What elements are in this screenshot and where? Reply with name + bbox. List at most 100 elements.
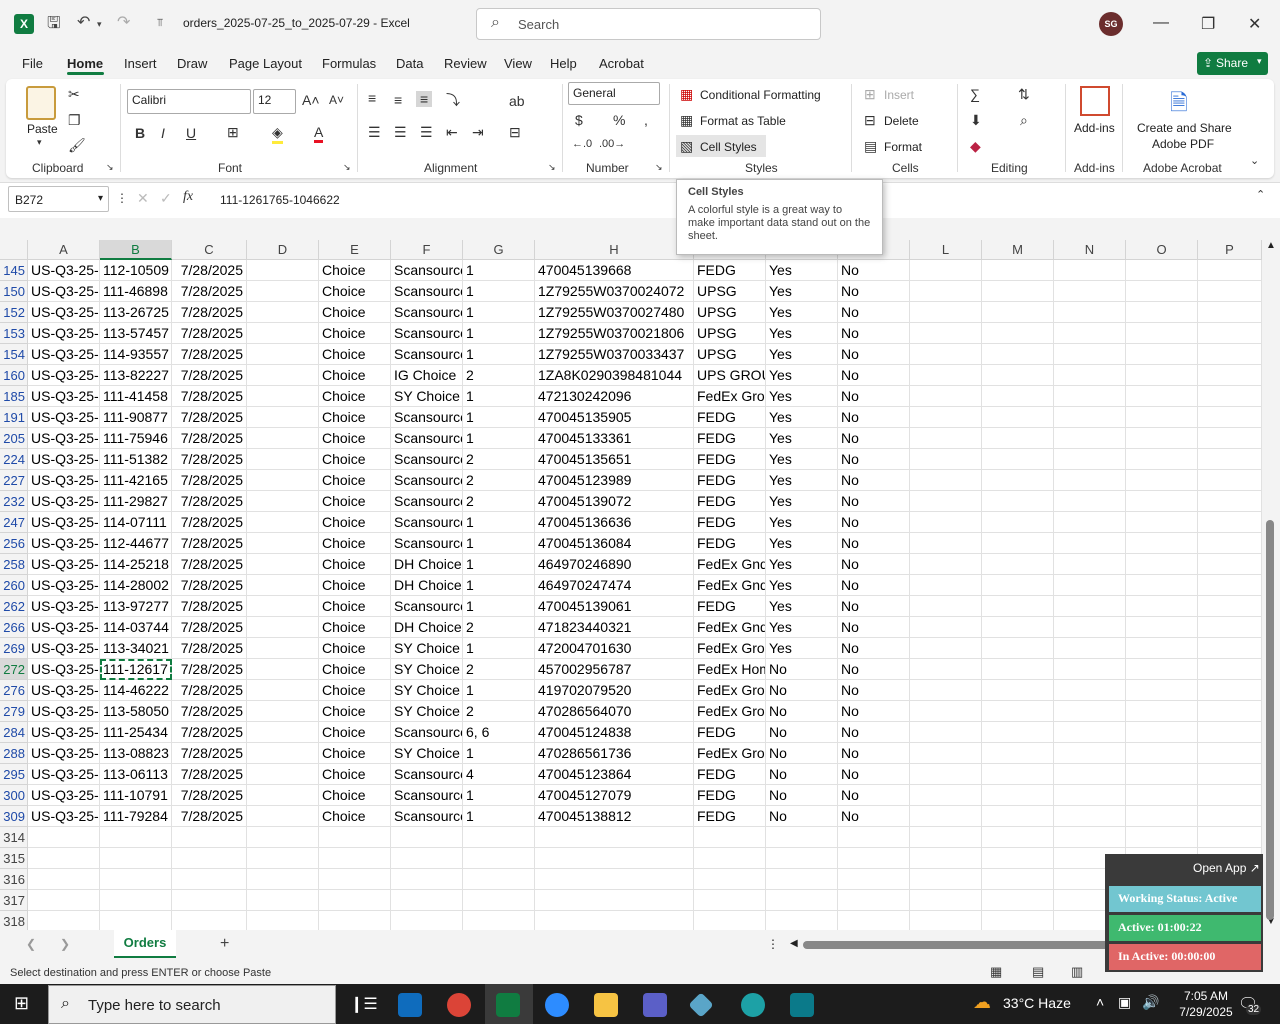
cell-f[interactable]: Scansource	[391, 785, 463, 806]
cell-e[interactable]: Choice	[319, 407, 391, 428]
cell-m[interactable]	[982, 806, 1054, 827]
cell-o[interactable]	[1126, 743, 1198, 764]
cell-m[interactable]	[982, 911, 1054, 930]
cell-f[interactable]: Scansource	[391, 533, 463, 554]
cell-h[interactable]: 470286561736	[535, 743, 694, 764]
cell-b[interactable]: 112-44677	[100, 533, 172, 554]
cell-l[interactable]	[910, 890, 982, 911]
cell-e[interactable]: Choice	[319, 470, 391, 491]
page-break-view-icon[interactable]: ▥	[1071, 964, 1083, 980]
row-header[interactable]: 232	[0, 491, 28, 512]
cell-h[interactable]: 470045123989	[535, 470, 694, 491]
cell-n[interactable]	[1054, 449, 1126, 470]
row-header[interactable]: 150	[0, 281, 28, 302]
cell-f[interactable]: Scansource	[391, 428, 463, 449]
cell-o[interactable]	[1126, 365, 1198, 386]
add-sheet-icon[interactable]: +	[220, 935, 229, 953]
cell-a[interactable]	[28, 827, 100, 848]
cell-o[interactable]	[1126, 512, 1198, 533]
cell-f[interactable]: Scansource	[391, 512, 463, 533]
cell-j[interactable]: No	[766, 743, 838, 764]
cell-k[interactable]: No	[838, 302, 910, 323]
cell-b[interactable]: 113-57457	[100, 323, 172, 344]
row-header[interactable]: 256	[0, 533, 28, 554]
cell-c[interactable]: 7/28/2025	[172, 764, 247, 785]
cell-m[interactable]	[982, 764, 1054, 785]
cell-m[interactable]	[982, 323, 1054, 344]
volume-icon[interactable]: 🔊	[1142, 994, 1159, 1011]
cell-f[interactable]: Scansource	[391, 722, 463, 743]
cell-j[interactable]	[766, 911, 838, 930]
cell-n[interactable]	[1054, 470, 1126, 491]
cell-o[interactable]	[1126, 428, 1198, 449]
percent-icon[interactable]: %	[613, 112, 625, 128]
column-header-e[interactable]: E	[319, 240, 391, 260]
cell-e[interactable]	[319, 911, 391, 930]
comma-style-icon[interactable]: ,	[644, 112, 648, 128]
cell-c[interactable]: 7/28/2025	[172, 428, 247, 449]
cell-i[interactable]: FEDG	[694, 449, 766, 470]
cell-h[interactable]: 1Z79255W0370021806	[535, 323, 694, 344]
cell-l[interactable]	[910, 701, 982, 722]
cell-n[interactable]	[1054, 554, 1126, 575]
cell-l[interactable]	[910, 659, 982, 680]
cell-h[interactable]	[535, 827, 694, 848]
start-icon[interactable]: ⊞	[14, 993, 29, 1014]
cell-c[interactable]: 7/28/2025	[172, 806, 247, 827]
cell-l[interactable]	[910, 848, 982, 869]
cell-l[interactable]	[910, 344, 982, 365]
cell-l[interactable]	[910, 365, 982, 386]
customize-qat-icon[interactable]: ⫪	[157, 17, 163, 30]
underline-icon[interactable]: U	[186, 125, 196, 141]
cell-e[interactable]: Choice	[319, 638, 391, 659]
row-header[interactable]: 185	[0, 386, 28, 407]
cell-d[interactable]	[247, 785, 319, 806]
cell-e[interactable]: Choice	[319, 575, 391, 596]
cell-k[interactable]: No	[838, 722, 910, 743]
cell-d[interactable]	[247, 890, 319, 911]
cell-m[interactable]	[982, 365, 1054, 386]
cell-o[interactable]	[1126, 659, 1198, 680]
cell-o[interactable]	[1126, 281, 1198, 302]
cell-i[interactable]: FedEx Grou	[694, 386, 766, 407]
cell-f[interactable]	[391, 890, 463, 911]
column-header-o[interactable]: O	[1126, 240, 1198, 260]
create-pdf-button-line1[interactable]: Create and Share	[1137, 121, 1232, 135]
cell-p[interactable]	[1198, 344, 1262, 365]
cell-p[interactable]	[1198, 386, 1262, 407]
cell-p[interactable]	[1198, 533, 1262, 554]
cell-h[interactable]: 470045124838	[535, 722, 694, 743]
cell-a[interactable]: US-Q3-25-	[28, 491, 100, 512]
cell-n[interactable]	[1054, 365, 1126, 386]
cell-h[interactable]: 470045136084	[535, 533, 694, 554]
cell-a[interactable]	[28, 890, 100, 911]
format-cells-icon[interactable]: ▤	[864, 138, 877, 155]
column-header-n[interactable]: N	[1054, 240, 1126, 260]
cell-a[interactable]: US-Q3-25-	[28, 344, 100, 365]
save-icon[interactable]: 🖫	[47, 12, 61, 39]
cell-i[interactable]: FEDG	[694, 491, 766, 512]
cell-l[interactable]	[910, 449, 982, 470]
cell-p[interactable]	[1198, 638, 1262, 659]
cell-k[interactable]: No	[838, 680, 910, 701]
cell-b[interactable]: 114-03744	[100, 617, 172, 638]
cell-j[interactable]: Yes	[766, 617, 838, 638]
name-box[interactable]: B272 ▾	[8, 186, 109, 212]
cell-b[interactable]: 113-34021	[100, 638, 172, 659]
menu-home[interactable]: Home	[67, 56, 103, 71]
chrome-icon[interactable]	[447, 993, 471, 1017]
align-right-icon[interactable]: ☰	[420, 124, 433, 141]
cell-h[interactable]: 1ZA8K0290398481044	[535, 365, 694, 386]
insert-function-icon[interactable]: fx	[183, 189, 193, 205]
cell-i[interactable]	[694, 848, 766, 869]
expand-formula-bar-icon[interactable]: ⌃	[1256, 188, 1265, 201]
cell-k[interactable]: No	[838, 806, 910, 827]
cell-k[interactable]: No	[838, 260, 910, 281]
cell-c[interactable]: 7/28/2025	[172, 365, 247, 386]
cell-l[interactable]	[910, 911, 982, 930]
cell-k[interactable]: No	[838, 512, 910, 533]
cell-e[interactable]: Choice	[319, 554, 391, 575]
align-bottom-icon[interactable]: ≡	[416, 91, 433, 107]
cell-n[interactable]	[1054, 533, 1126, 554]
cell-p[interactable]	[1198, 365, 1262, 386]
